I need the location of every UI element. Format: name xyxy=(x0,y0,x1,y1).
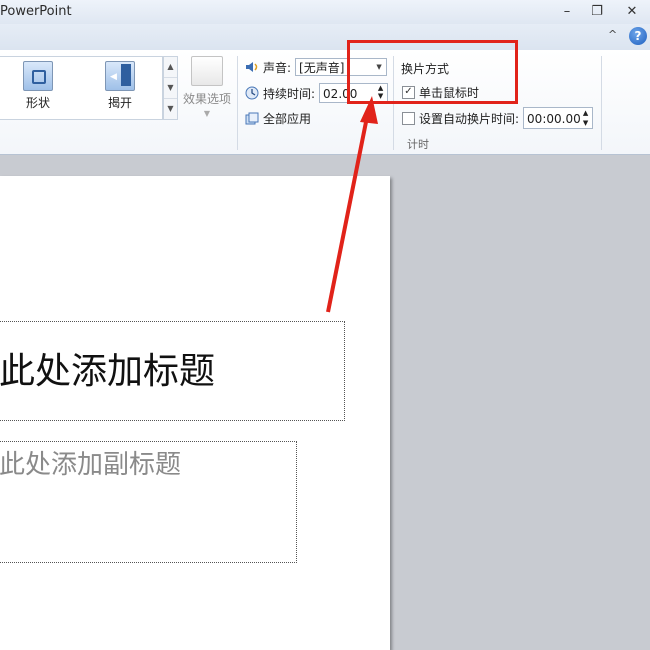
collapse-ribbon-icon[interactable]: ^ xyxy=(608,28,617,41)
effect-options-label: 效果选项 xyxy=(182,92,231,106)
sound-icon xyxy=(245,60,259,74)
transition-label: 形状 xyxy=(25,96,50,110)
subtitle-placeholder[interactable]: 击此处添加副标题 xyxy=(0,441,297,563)
uncover-transition-icon: ◀ xyxy=(105,61,135,91)
title-placeholder[interactable]: 此处添加标题 xyxy=(0,321,345,421)
sound-label: 声音: xyxy=(263,60,292,75)
help-icon[interactable]: ? xyxy=(629,27,647,45)
auto-advance-option[interactable]: 设置自动换片时间: 00:00.00 ▲ ▼ xyxy=(402,107,594,129)
gallery-scroll[interactable]: ▲ ▼ ▼ xyxy=(163,56,178,120)
apply-all-button[interactable]: 全部应用 xyxy=(245,110,311,127)
chevron-down-icon: ▼ xyxy=(203,109,211,118)
duration-label: 持续时间: xyxy=(263,86,316,101)
clock-icon xyxy=(245,86,259,100)
effect-options-button[interactable]: 效果选项 ▼ xyxy=(180,56,234,118)
close-button[interactable]: ✕ xyxy=(618,2,646,22)
slide-canvas[interactable]: 此处添加标题 击此处添加副标题 xyxy=(0,176,390,650)
annotation-highlight-box xyxy=(347,40,518,104)
transition-label: 揭开 xyxy=(107,96,132,110)
ribbon-tab-strip xyxy=(0,24,650,50)
subtitle-placeholder-text: 击此处添加副标题 xyxy=(0,450,182,480)
group-divider xyxy=(601,56,602,150)
apply-all-label: 全部应用 xyxy=(263,112,312,126)
auto-advance-checkbox[interactable] xyxy=(402,111,415,125)
transition-shape-button[interactable]: 形状 xyxy=(8,61,68,111)
auto-advance-value: 00:00.00 xyxy=(527,112,581,126)
window-title: PowerPoint xyxy=(0,4,72,19)
transition-uncover-button[interactable]: ◀ 揭开 xyxy=(90,61,150,111)
scroll-up-icon[interactable]: ▲ xyxy=(164,57,177,78)
sound-value: [无声音] xyxy=(299,61,345,75)
scroll-down-icon[interactable]: ▼ xyxy=(164,78,177,99)
title-bar: PowerPoint – ❐ ✕ xyxy=(0,0,650,24)
gallery-more-icon[interactable]: ▼ xyxy=(164,99,177,119)
auto-advance-time-input[interactable]: 00:00.00 ▲ ▼ xyxy=(523,107,594,129)
restore-button[interactable]: ❐ xyxy=(583,2,611,22)
auto-advance-label: 设置自动换片时间: xyxy=(419,111,520,126)
effect-options-icon xyxy=(191,56,223,86)
group-divider xyxy=(237,56,238,150)
minimize-button[interactable]: – xyxy=(553,2,581,22)
apply-all-icon xyxy=(245,112,259,126)
transition-gallery: 形状 ◀ 揭开 xyxy=(0,56,163,120)
auto-advance-spinner[interactable]: ▲ ▼ xyxy=(579,108,592,128)
shape-transition-icon xyxy=(23,61,53,91)
timing-group-label: 计时 xyxy=(407,138,429,151)
